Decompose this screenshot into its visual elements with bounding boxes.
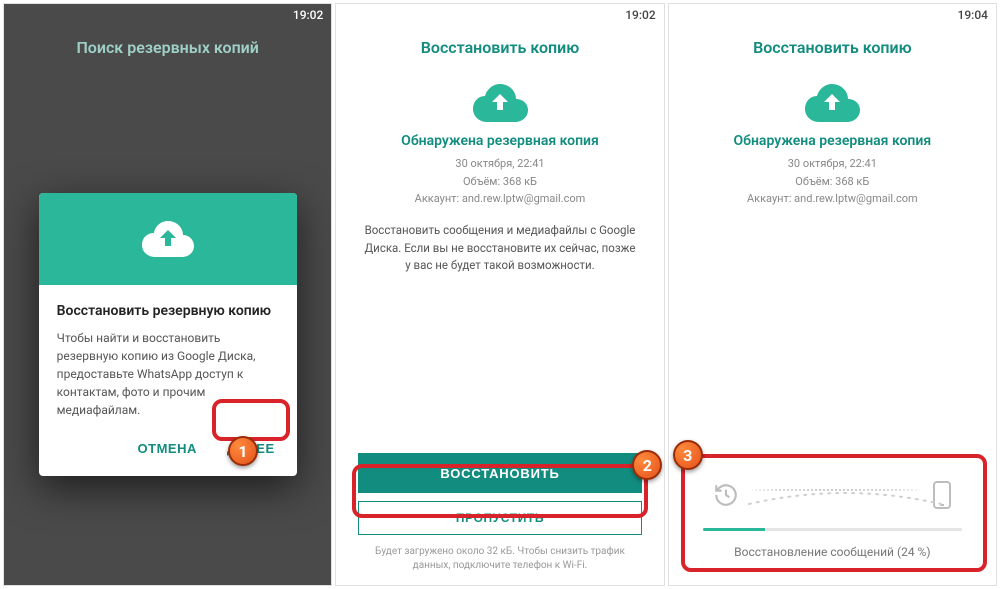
backup-size: Объём: 368 кБ (360, 173, 639, 191)
dialog-title: Восстановить резервную копию (57, 303, 279, 319)
next-button[interactable]: ДАЛЕЕ (215, 433, 287, 464)
history-icon (713, 482, 739, 512)
dialog-header (39, 193, 297, 285)
status-bar: 19:04 (669, 4, 996, 26)
status-bar: 19:02 (336, 4, 663, 26)
data-hint: Будет загружено около 32 кБ. Чтобы снизи… (358, 545, 641, 573)
skip-button[interactable]: ПРОПУСТИТЬ (358, 501, 641, 535)
backup-account: Аккаунт: and.rew.lptw@gmail.com (693, 190, 972, 208)
restore-backup-dialog: Восстановить резервную копию Чтобы найти… (39, 193, 297, 476)
screen-restore-progress: 19:04 Восстановить копию Обнаружена резе… (668, 3, 997, 586)
screen-search-backup: 19:02 Поиск резервных копий Восстановить… (3, 3, 332, 586)
backup-found-title: Обнаружена резервная копия (360, 133, 639, 149)
progress-label: Восстановление сообщений (24 %) (703, 545, 962, 559)
cancel-button[interactable]: ОТМЕНА (126, 433, 209, 464)
backup-date: 30 октября, 22:41 (360, 155, 639, 173)
modal-overlay: Восстановить резервную копию Чтобы найти… (4, 4, 331, 585)
progress-bar (703, 528, 962, 531)
backup-found-title: Обнаружена резервная копия (693, 133, 972, 149)
cloud-upload-icon (693, 83, 972, 123)
backup-size: Объём: 368 кБ (693, 173, 972, 191)
dialog-body-text: Чтобы найти и восстановить резервную коп… (57, 329, 279, 419)
dialog-actions: ОТМЕНА ДАЛЕЕ (39, 427, 297, 476)
page-title: Восстановить копию (669, 26, 996, 67)
status-time: 19:04 (958, 8, 988, 22)
cloud-upload-icon (360, 83, 639, 123)
backup-date: 30 октября, 22:41 (693, 155, 972, 173)
status-time: 19:02 (625, 8, 655, 22)
backup-account: Аккаунт: and.rew.lptw@gmail.com (360, 190, 639, 208)
restore-button[interactable]: ВОССТАНОВИТЬ (358, 453, 641, 493)
transfer-dots (745, 488, 926, 506)
screen-restore-found: 19:02 Восстановить копию Обнаружена резе… (335, 3, 664, 586)
backup-description: Восстановить сообщения и медиафайлы с Go… (360, 222, 639, 275)
page-title: Восстановить копию (336, 26, 663, 67)
restore-progress-block: Восстановление сообщений (24 %) (691, 470, 974, 573)
cloud-upload-icon (141, 220, 195, 258)
progress-bar-fill (703, 528, 765, 531)
annotation-badge: 3 (673, 440, 703, 470)
